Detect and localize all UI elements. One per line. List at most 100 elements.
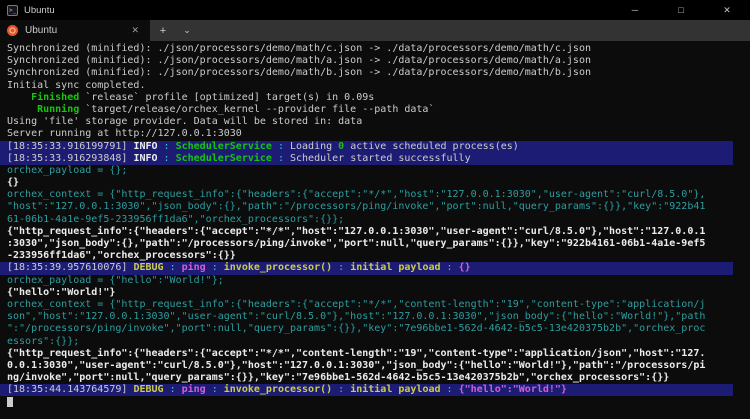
terminal-line: Synchronized (minified): ./json/processo… <box>0 67 733 79</box>
terminal-text-segment: : <box>158 141 176 152</box>
terminal-text-segment: Loading <box>290 141 338 152</box>
log-line: [18:35:33.916199791] INFO : SchedulerSer… <box>0 141 733 153</box>
terminal-text-segment: 61-06b1-4a1e-9ef5-233956ff1da6","orchex_… <box>7 214 344 225</box>
terminal-text-segment: INFO <box>133 141 157 152</box>
terminal-text-segment: Scheduler started successfully <box>290 153 471 164</box>
terminal-text-segment: {} <box>459 262 471 273</box>
app-terminal-icon: >_ <box>7 5 18 16</box>
terminal-line <box>0 396 733 408</box>
tab-label: Ubuntu <box>25 25 57 36</box>
terminal-line: :3030","json_body":{},"path":"/processor… <box>0 238 733 250</box>
terminal-output[interactable]: Synchronized (minified): ./json/processo… <box>0 41 750 419</box>
terminal-text-segment: : <box>332 262 350 273</box>
terminal-text-segment: Synchronized (minified): ./json/processo… <box>7 43 591 54</box>
terminal-text-segment: [18:35:44.143764579] <box>7 384 133 395</box>
log-line: [18:35:44.143764579] DEBUG : ping : invo… <box>0 384 733 396</box>
terminal-line: orchex_payload = {"hello":"World!"}; <box>0 275 733 287</box>
terminal-text-segment: {"http_request_info":{"headers":{"accept… <box>7 348 705 359</box>
terminal-line: {} <box>0 177 733 189</box>
terminal-text-segment: {} <box>7 177 19 188</box>
terminal-text-segment: : <box>164 384 182 395</box>
terminal-line: {"http_request_info":{"headers":{"accept… <box>0 348 733 360</box>
terminal-line: ":"/processors/ping/invoke","port":null,… <box>0 323 733 335</box>
terminal-text-segment: orchex_context = {"http_request_info":{"… <box>7 189 705 200</box>
log-line: [18:35:33.916293848] INFO : SchedulerSer… <box>0 153 733 165</box>
terminal-text-segment: invoke_processor() <box>224 384 332 395</box>
terminal-text-segment: [18:35:39.957610076] <box>7 262 133 273</box>
terminal-line: 0.0.1:3030","user-agent":"curl/8.5.0"},"… <box>0 360 733 372</box>
terminal-text-segment: : <box>272 153 290 164</box>
terminal-text-segment: : <box>441 262 459 273</box>
tab-dropdown-button[interactable]: ⌄ <box>176 20 198 41</box>
terminal-text-segment: initial payload <box>350 384 440 395</box>
terminal-line: "host":"127.0.0.1:3030","json_body":{},"… <box>0 201 733 213</box>
terminal-text-segment: son","host":"127.0.0.1:3030","user-agent… <box>7 311 705 322</box>
log-line: [18:35:39.957610076] DEBUG : ping : invo… <box>0 262 733 274</box>
new-tab-button[interactable]: + <box>150 20 176 41</box>
terminal-line: ng/invoke","port":null,"query_params":{}… <box>0 372 733 384</box>
terminal-text-segment: : <box>206 384 224 395</box>
terminal-text-segment: [18:35:33.916199791] <box>7 141 133 152</box>
terminal-text-segment: Finished <box>7 92 79 103</box>
terminal-line: Using 'file' storage provider. Data will… <box>0 116 733 128</box>
terminal-text-segment: ":"/processors/ping/invoke","port":null,… <box>7 323 705 334</box>
terminal-text-segment: : <box>272 141 290 152</box>
terminal-text-segment: INFO <box>133 153 157 164</box>
window-title: Ubuntu <box>24 5 55 16</box>
terminal-text-segment: Using 'file' storage provider. Data will… <box>7 116 362 127</box>
close-button[interactable]: ✕ <box>704 0 750 20</box>
terminal-text-segment: : <box>158 153 176 164</box>
terminal-text-segment: `release` profile [optimized] target(s) … <box>79 92 374 103</box>
terminal-text-segment: {"http_request_info":{"headers":{"accept… <box>7 226 705 237</box>
terminal-line: {"http_request_info":{"headers":{"accept… <box>0 226 733 238</box>
terminal-text-segment: -233956ff1da6","orchex_processors":{}} <box>7 250 236 261</box>
window-controls: ─ □ ✕ <box>612 0 750 20</box>
maximize-button[interactable]: □ <box>658 0 704 20</box>
terminal-line: Finished `release` profile [optimized] t… <box>0 92 733 104</box>
minimize-button[interactable]: ─ <box>612 0 658 20</box>
terminal-text-segment: `target/release/orchex_kernel --provider… <box>79 104 434 115</box>
terminal-line: Server running at http://127.0.0.1:3030 <box>0 128 733 140</box>
terminal-text-segment: : <box>164 262 182 273</box>
tab-close-icon[interactable]: ✕ <box>127 23 143 38</box>
terminal-text-segment: :3030","json_body":{},"path":"/processor… <box>7 238 705 249</box>
terminal-text-segment: : <box>206 262 224 273</box>
terminal-text-segment: DEBUG <box>133 262 163 273</box>
terminal-line: 61-06b1-4a1e-9ef5-233956ff1da6","orchex_… <box>0 214 733 226</box>
tab-bar-spacer <box>198 20 750 41</box>
terminal-line: Running `target/release/orchex_kernel --… <box>0 104 733 116</box>
terminal-text-segment: : <box>332 384 350 395</box>
terminal-text-segment: Server running at http://127.0.0.1:3030 <box>7 128 242 139</box>
terminal-text-segment: essors":{}}; <box>7 336 79 347</box>
tab-bar: Ubuntu ✕ + ⌄ <box>0 20 750 41</box>
terminal-line: son","host":"127.0.0.1:3030","user-agent… <box>0 311 733 323</box>
terminal-text-segment: DEBUG <box>133 384 163 395</box>
terminal-text-segment: ping <box>182 262 206 273</box>
terminal-text-segment: orchex_context = {"http_request_info":{"… <box>7 299 705 310</box>
terminal-line: orchex_payload = {}; <box>0 165 733 177</box>
tab-ubuntu[interactable]: Ubuntu ✕ <box>0 20 150 41</box>
terminal-line: Initial sync completed. <box>0 80 733 92</box>
terminal-text-segment: Running <box>7 104 79 115</box>
terminal-text-segment: orchex_payload = {}; <box>7 165 127 176</box>
terminal-text-segment: Synchronized (minified): ./json/processo… <box>7 55 591 66</box>
terminal-text-segment: active scheduled process(es) <box>344 141 519 152</box>
terminal-line: Synchronized (minified): ./json/processo… <box>0 55 733 67</box>
terminal-text-segment: orchex_payload = {"hello":"World!"}; <box>7 275 224 286</box>
terminal-text-segment: : <box>441 384 459 395</box>
terminal-cursor <box>7 397 13 408</box>
terminal-text-segment: "host":"127.0.0.1:3030","json_body":{},"… <box>7 201 705 212</box>
terminal-text-segment: Initial sync completed. <box>7 80 145 91</box>
terminal-text-segment: ng/invoke","port":null,"query_params":{}… <box>7 372 669 383</box>
terminal-text-segment: 0.0.1:3030","user-agent":"curl/8.5.0"},"… <box>7 360 705 371</box>
terminal-line: orchex_context = {"http_request_info":{"… <box>0 299 733 311</box>
terminal-line: -233956ff1da6","orchex_processors":{}} <box>0 250 733 262</box>
terminal-text-segment: ping <box>182 384 206 395</box>
terminal-text-segment: {"hello":"World!"} <box>7 287 115 298</box>
terminal-text-segment: [18:35:33.916293848] <box>7 153 133 164</box>
terminal-text-segment: invoke_processor() <box>224 262 332 273</box>
terminal-text-segment: Synchronized (minified): ./json/processo… <box>7 67 591 78</box>
terminal-text-segment: SchedulerService <box>176 141 272 152</box>
terminal-text-segment: initial payload <box>350 262 440 273</box>
terminal-text-segment: {"hello":"World!"} <box>459 384 567 395</box>
